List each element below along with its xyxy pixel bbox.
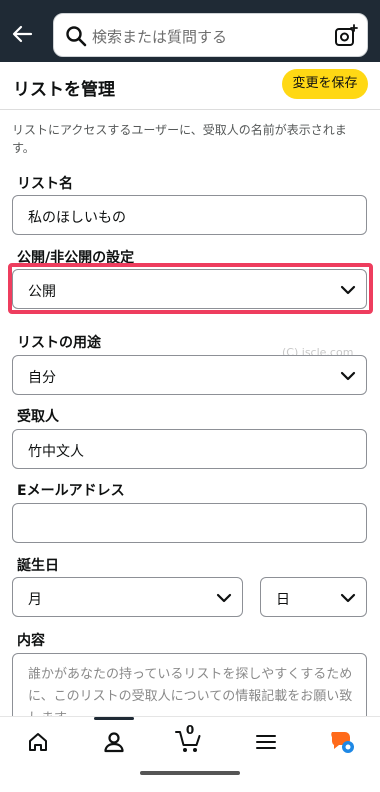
home-indicator[interactable] xyxy=(140,771,240,775)
ai-assistant-icon[interactable] xyxy=(325,725,359,759)
list-name-value: 私のほしいもの xyxy=(28,210,126,226)
content-label: 内容 xyxy=(17,633,45,649)
chevron-down-icon xyxy=(340,368,356,384)
recipient-label: 受取人 xyxy=(17,409,59,425)
menu-icon[interactable] xyxy=(249,725,283,759)
search-bar[interactable]: 検索または質問する xyxy=(53,13,368,57)
birthday-label: 誕生日 xyxy=(17,558,59,574)
save-button[interactable]: 変更を保存 xyxy=(282,69,368,99)
purpose-value: 自分 xyxy=(28,370,56,386)
recipient-field[interactable]: 竹中文人 xyxy=(12,429,367,469)
email-label: Eメールアドレス xyxy=(17,483,125,499)
cart-count: 0 xyxy=(185,723,195,737)
list-name-label: リスト名 xyxy=(17,176,73,192)
back-arrow-icon[interactable] xyxy=(8,20,36,48)
birthday-day-select[interactable]: 日 xyxy=(260,577,367,617)
home-icon[interactable] xyxy=(21,725,55,759)
chevron-down-icon xyxy=(216,590,232,606)
search-icon xyxy=(64,24,88,48)
description-text: リストにアクセスするユーザーに、受取人の名前が表示されます。 xyxy=(12,123,347,155)
camera-search-icon[interactable] xyxy=(333,23,359,49)
top-bar: 検索または質問する xyxy=(0,0,380,70)
nav-active-indicator xyxy=(94,717,134,720)
purpose-label: リストの用途 xyxy=(17,335,101,351)
purpose-select[interactable]: 自分 xyxy=(12,355,367,395)
highlight-box xyxy=(8,263,373,314)
search-input[interactable]: 検索または質問する xyxy=(92,26,227,47)
list-name-field[interactable]: 私のほしいもの xyxy=(12,195,367,235)
email-field[interactable] xyxy=(12,503,367,543)
page-title: リストを管理 xyxy=(13,80,115,100)
birthday-day-value: 日 xyxy=(276,592,290,608)
page-header: リストを管理 変更を保存 xyxy=(0,62,380,110)
recipient-value: 竹中文人 xyxy=(28,444,84,460)
chevron-down-icon xyxy=(340,590,356,606)
birthday-month-select[interactable]: 月 xyxy=(12,577,243,617)
account-icon[interactable] xyxy=(97,725,131,759)
birthday-month-value: 月 xyxy=(28,592,42,608)
